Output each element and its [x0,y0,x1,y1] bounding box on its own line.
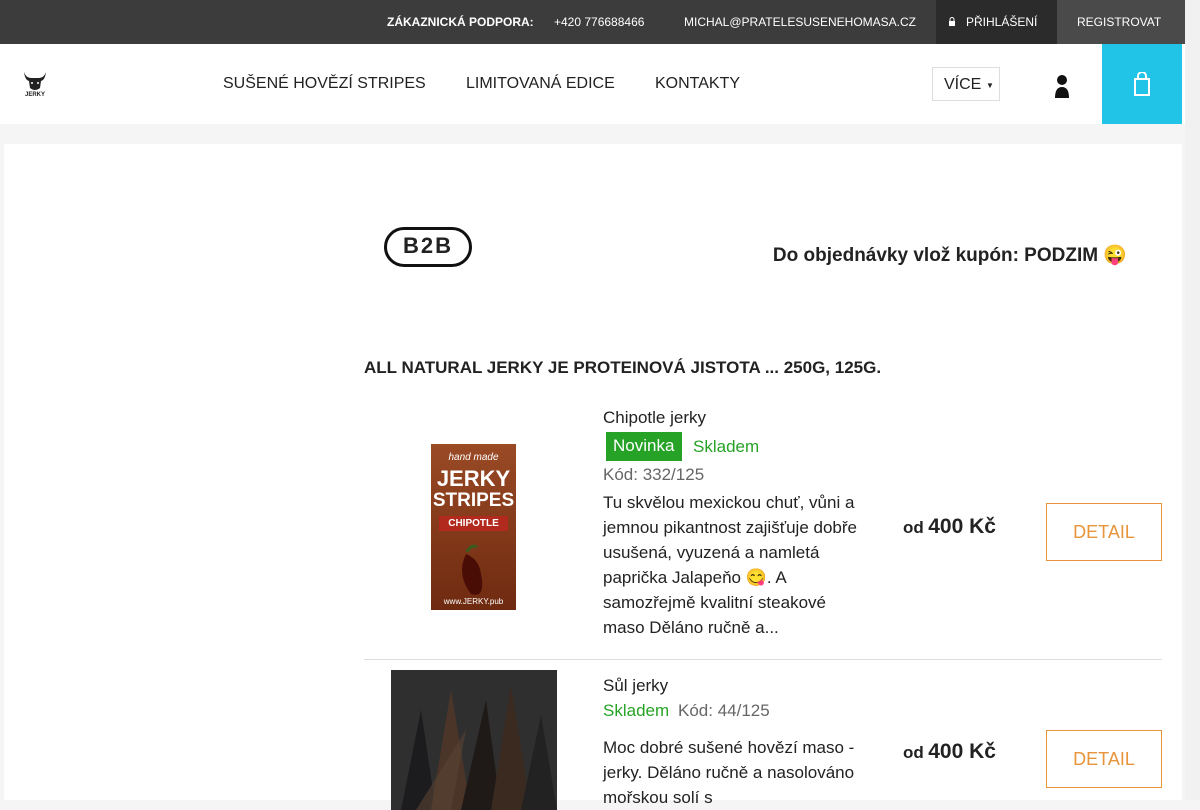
b2b-badge[interactable]: B2B [384,227,472,267]
register-button[interactable]: REGISTROVAT [1057,0,1185,44]
chevron-down-icon: ▼ [986,81,994,90]
main-content: B2B Do objednávky vlož kupón: PODZIM 😜 A… [4,144,1182,810]
price-from-label: od [903,743,924,762]
coupon-banner: Do objednávky vlož kupón: PODZIM 😜 [772,245,1127,266]
register-label: REGISTROVAT [1077,15,1162,29]
more-menu-button[interactable]: VÍCE ▼ [932,67,1000,101]
price-value: 400 Kč [928,740,996,763]
product-price: od 400 Kč [903,740,996,764]
product-description: Moc dobré sušené hovězí maso - jerky. Dě… [603,738,855,807]
user-icon[interactable] [1054,72,1070,100]
b2b-label: B2B [402,233,453,258]
product-code: Kód: 44/125 [678,701,770,720]
pack-stripes-text: STRIPES [432,490,515,511]
price-value: 400 Kč [928,515,996,538]
stock-status: Skladem [693,437,760,456]
product-price: od 400 Kč [903,515,996,539]
support-email-link[interactable]: MICHAL@PRATELESUSENEHOMASA.CZ [684,15,916,29]
product-description: Tu skvělou mexickou chuť, vůni a jemnou … [603,493,857,637]
product-name-link[interactable]: Chipotle jerky [603,408,706,428]
product-image[interactable]: hand made JERKY STRIPES CHIPOTLE www.JER… [431,444,516,610]
category-heading: ALL NATURAL JERKY JE PROTEINOVÁ JISTOTA … [364,358,882,377]
product-code: Kód: 332/125 [603,465,705,484]
logo-text: JERKY [24,92,45,98]
pack-flavor-text: CHIPOTLE [439,516,508,531]
stock-status: Skladem [603,701,670,720]
main-navbar: JERKY SUŠENÉ HOVĚZÍ STRIPES LIMITOVANÁ E… [0,44,1185,124]
pack-jerky-text: JERKY [436,466,511,491]
product-name-link[interactable]: Sůl jerky [603,676,668,696]
product-row: hand made JERKY STRIPES CHIPOTLE www.JER… [364,402,1162,660]
dried-meat-photo [391,670,557,810]
more-label: VÍCE [944,76,982,93]
nav-item-dried-beef-stripes[interactable]: SUŠENÉ HOVĚZÍ STRIPES [223,75,426,93]
page-scrollbar[interactable] [1185,0,1200,800]
login-icon [949,17,955,26]
pack-url-text: www.JERKY.pub [443,597,504,606]
support-phone-link[interactable]: +420 776688466 [554,15,644,29]
top-bar: ZÁKAZNICKÁ PODPORA: +420 776688466 MICHA… [0,0,1185,44]
site-logo[interactable]: JERKY [22,68,48,100]
login-label: PŘIHLÁŠENÍ [966,15,1038,29]
cart-icon [1134,72,1150,96]
support-label: ZÁKAZNICKÁ PODPORA: [387,15,534,29]
detail-button[interactable]: DETAIL [1046,503,1162,561]
nav-item-contacts[interactable]: KONTAKTY [655,75,740,93]
product-row: Sůl jerky Skladem Kód: 44/125 Moc dobré … [364,660,1162,810]
pack-handmade-text: hand made [448,452,499,463]
product-image[interactable] [391,670,557,810]
nav-item-limited-edition[interactable]: LIMITOVANÁ EDICE [466,75,615,93]
detail-button[interactable]: DETAIL [1046,730,1162,788]
login-button[interactable]: PŘIHLÁŠENÍ [936,0,1057,44]
new-badge: Novinka [606,432,683,461]
price-from-label: od [903,518,924,537]
cart-button[interactable] [1102,44,1182,124]
